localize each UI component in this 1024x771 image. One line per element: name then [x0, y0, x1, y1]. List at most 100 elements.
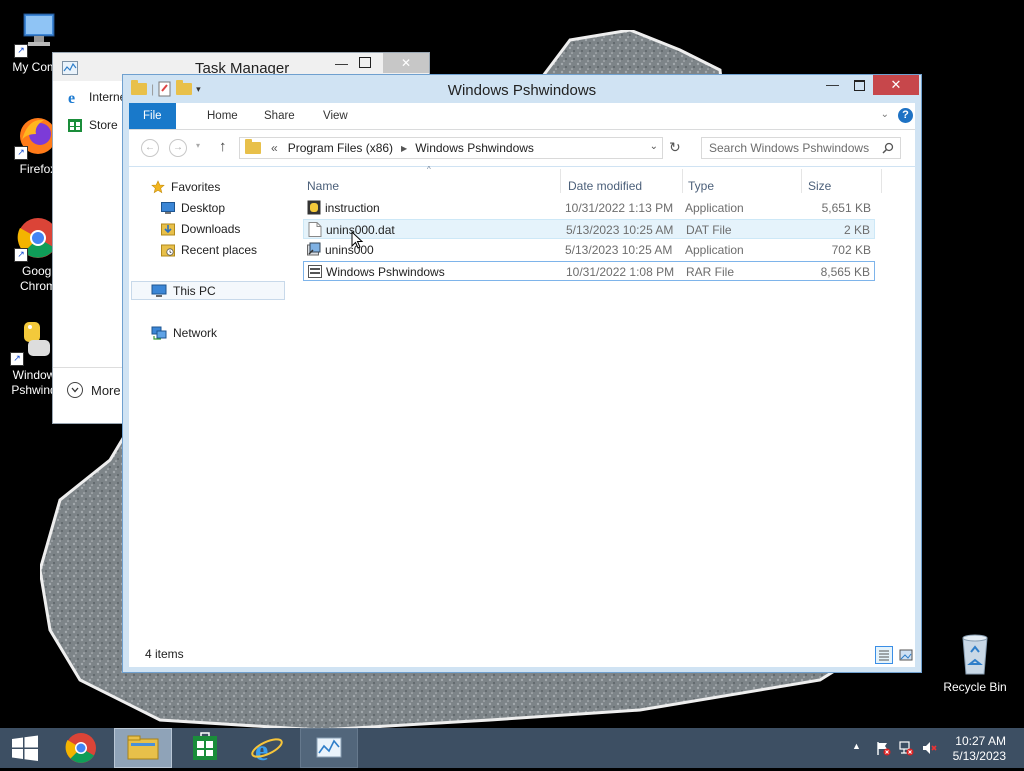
task-manager-app-row[interactable]: Store [67, 115, 118, 135]
file-type: DAT File [686, 223, 732, 237]
show-hidden-icons-button[interactable]: ▲ [852, 741, 861, 751]
column-header-name[interactable]: Name [307, 179, 339, 193]
column-header-date-modified[interactable]: Date modified [568, 179, 642, 193]
task-manager-icon [62, 61, 78, 75]
desktop-icon-label: Firefox [19, 162, 57, 176]
breadcrumb-overflow-icon[interactable]: « [271, 141, 278, 155]
volume-muted-icon[interactable] [921, 740, 937, 756]
nav-label: This PC [173, 284, 216, 298]
desktop-folder-icon [161, 202, 175, 214]
help-icon[interactable]: ? [898, 108, 913, 123]
network-tray-icon[interactable] [898, 740, 914, 756]
store-icon [193, 732, 217, 760]
refresh-icon[interactable]: ↻ [669, 139, 681, 156]
search-input[interactable]: Search Windows Pshwindows [701, 137, 901, 159]
file-size: 2 KB [843, 223, 870, 237]
up-arrow-icon[interactable]: ↑ [219, 138, 227, 155]
file-name: unins000 [325, 243, 374, 257]
chrome-icon [65, 733, 96, 763]
breadcrumb-item[interactable]: Program Files (x86) [288, 141, 393, 155]
desktop-icon-recycle-bin[interactable]: Recycle Bin [939, 630, 1011, 695]
recycle-bin-icon [962, 634, 988, 675]
tab-share[interactable]: Share [250, 103, 309, 129]
file-row[interactable]: unins000.dat 5/13/2023 10:25 AM DAT File… [303, 219, 875, 239]
explorer-content: Favorites Desktop Downloads Recent place… [129, 165, 915, 667]
file-list: ^ Name Date modified Type Size instructi… [301, 165, 915, 639]
explorer-title: Windows Pshwindows [447, 82, 597, 99]
minimize-button[interactable]: — [819, 75, 846, 95]
file-size: 8,565 KB [820, 265, 870, 279]
clock-date: 5/13/2023 [952, 749, 1006, 763]
internet-explorer-icon: e [68, 90, 75, 105]
large-icons-view-icon [899, 649, 913, 661]
recent-locations-icon[interactable]: ▾ [196, 141, 200, 150]
shortcut-arrow-icon: ↗ [14, 146, 28, 160]
expand-ribbon-icon[interactable]: ⌄ [881, 109, 889, 120]
nav-item-downloads[interactable]: Downloads [161, 219, 240, 239]
network-icon [151, 326, 167, 340]
task-manager-app-row[interactable]: e Interne [67, 87, 126, 107]
uninstaller-icon [307, 242, 321, 256]
task-manager-more-details-button[interactable]: More [67, 382, 121, 398]
file-row[interactable]: Windows Pshwindows 10/31/2022 1:08 PM RA… [303, 261, 875, 281]
tab-home[interactable]: Home [193, 103, 252, 129]
nav-item-favorites[interactable]: Favorites [151, 177, 220, 197]
application-icon [307, 200, 321, 215]
file-date: 5/13/2023 10:25 AM [566, 223, 674, 237]
shortcut-arrow-icon: ↗ [14, 248, 28, 262]
nav-item-network[interactable]: Network [151, 323, 217, 343]
nav-item-recent-places[interactable]: Recent places [161, 240, 257, 260]
start-button[interactable] [0, 728, 58, 768]
close-button[interactable]: ✕ [873, 75, 919, 95]
column-divider [801, 169, 802, 193]
address-bar-row: ← → ▾ ↑ « Program Files (x86) ▶ Windows … [129, 130, 915, 166]
file-name: Windows Pshwindows [326, 265, 445, 279]
system-clock[interactable]: 10:27 AM 5/13/2023 [953, 734, 1006, 764]
task-manager-minimize-button[interactable]: — [335, 56, 348, 71]
file-type: Application [685, 243, 744, 257]
nav-label: Favorites [171, 180, 221, 194]
back-button[interactable]: ← [141, 139, 159, 157]
nav-item-this-pc[interactable]: This PC [151, 281, 216, 301]
task-manager-icon [316, 737, 342, 758]
file-explorer-icon [127, 735, 159, 760]
maximize-button[interactable] [846, 75, 873, 95]
taskbar-chrome-button[interactable] [52, 728, 110, 768]
file-explorer-window[interactable]: | ▾ Windows Pshwindows — ✕ File Home Sha… [122, 74, 922, 673]
this-pc-icon [151, 284, 167, 297]
clock-time: 10:27 AM [955, 734, 1006, 748]
details-view-button[interactable] [875, 646, 893, 664]
nav-label: Recent places [181, 243, 258, 257]
taskbar-internet-explorer-button[interactable]: e [238, 728, 296, 768]
action-center-flag-icon[interactable] [875, 740, 891, 756]
item-count: 4 items [145, 647, 184, 661]
large-icons-view-button[interactable] [897, 646, 915, 664]
explorer-titlebar[interactable]: | ▾ Windows Pshwindows — ✕ [123, 75, 921, 103]
task-manager-close-button[interactable]: ✕ [383, 53, 429, 73]
breadcrumb-item[interactable]: Windows Pshwindows [415, 141, 534, 155]
chevron-down-icon [67, 382, 83, 398]
taskbar-task-manager-button[interactable] [300, 728, 358, 768]
address-dropdown-icon[interactable]: ⌄ [650, 141, 658, 152]
nav-item-desktop[interactable]: Desktop [161, 198, 225, 218]
desktop-icon-label: Recycle Bin [943, 680, 1007, 694]
store-icon [68, 119, 82, 132]
details-view-icon [879, 650, 889, 661]
file-name: instruction [325, 201, 380, 215]
tab-view[interactable]: View [309, 103, 362, 129]
breadcrumb-separator-icon[interactable]: ▶ [401, 144, 407, 153]
column-header-type[interactable]: Type [688, 179, 714, 193]
column-header-size[interactable]: Size [808, 179, 831, 193]
nav-label: Downloads [181, 222, 241, 236]
file-row[interactable]: instruction 10/31/2022 1:13 PM Applicati… [303, 198, 875, 218]
svg-text:e: e [68, 90, 75, 105]
star-icon [151, 180, 165, 194]
taskbar-file-explorer-button[interactable] [114, 728, 172, 768]
taskbar-store-button[interactable] [176, 728, 234, 768]
task-manager-maximize-button[interactable] [359, 57, 371, 68]
address-bar[interactable]: « Program Files (x86) ▶ Windows Pshwindo… [239, 137, 663, 159]
file-row[interactable]: unins000 5/13/2023 10:25 AM Application … [303, 240, 875, 260]
forward-button[interactable]: → [169, 139, 187, 157]
tab-file[interactable]: File [129, 103, 176, 129]
shortcut-arrow-icon: ↗ [14, 44, 28, 58]
